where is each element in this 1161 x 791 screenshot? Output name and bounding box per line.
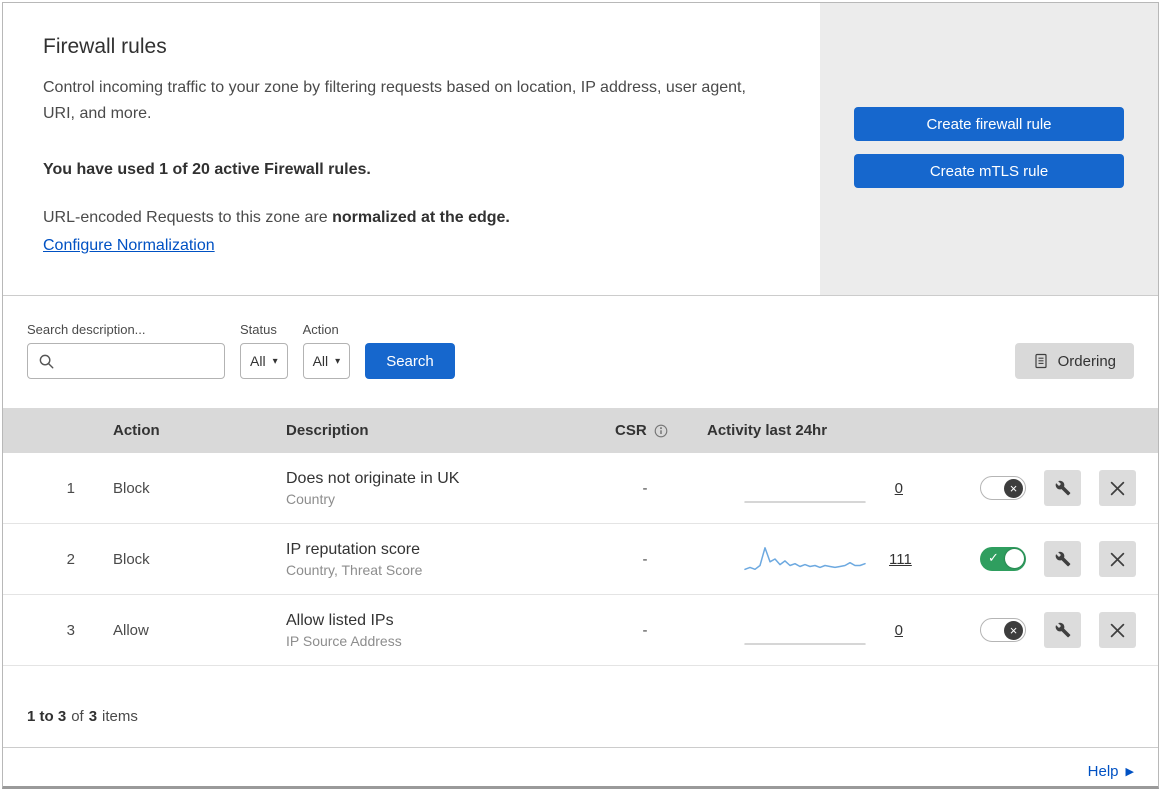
status-label: Status [240, 322, 277, 337]
rule-fields: Country [286, 490, 336, 507]
status-value: All [250, 353, 266, 369]
normalization-bold: normalized at the edge. [332, 209, 510, 226]
x-icon: × [1009, 622, 1018, 638]
activity-sparkline [743, 471, 867, 505]
create-mtls-rule-button[interactable]: Create mTLS rule [854, 154, 1124, 188]
create-firewall-rule-button[interactable]: Create firewall rule [854, 107, 1124, 141]
search-button[interactable]: Search [365, 343, 455, 379]
rule-controls: ✓ × [940, 470, 1158, 506]
hero-content: Firewall rules Control incoming traffic … [3, 3, 820, 295]
rule-title: Does not originate in UK [286, 469, 460, 487]
page-title: Firewall rules [43, 35, 167, 58]
ordering-icon [1033, 353, 1049, 369]
edit-rule-button[interactable] [1044, 470, 1081, 506]
page: Firewall rules Control incoming traffic … [0, 0, 1161, 791]
rule-priority: 1 [66, 479, 75, 497]
rule-description-cell: IP reputation score Country, Threat Scor… [266, 541, 595, 578]
filter-bar: Search description... Status All ▾ Actio… [3, 296, 1158, 408]
normalization-prefix: URL-encoded Requests to this zone are [43, 209, 333, 226]
rule-fields: Country, Threat Score [286, 561, 423, 578]
filter-controls: Search description... Status All ▾ Actio… [27, 322, 455, 379]
action-label: Action [302, 322, 339, 337]
activity-sparkline [743, 542, 867, 576]
help-link[interactable]: Help ▶ [1088, 763, 1134, 780]
rule-enabled-toggle[interactable]: ✓ × [980, 547, 1026, 571]
configure-normalization-link[interactable]: Configure Normalization [43, 237, 215, 254]
rule-title: IP reputation score [286, 540, 421, 558]
pagination-range: 1 to 3 [27, 708, 67, 725]
ordering-label: Ordering [1057, 352, 1116, 370]
rule-description-cell: Does not originate in UK Country [266, 470, 595, 507]
toggle-knob: × [1005, 549, 1024, 568]
ordering-button[interactable]: Ordering [1014, 343, 1134, 379]
help-label: Help [1087, 762, 1119, 780]
chevron-down-icon: ▾ [272, 355, 278, 367]
table-header: Action Description CSR Activity last 24h… [3, 408, 1158, 453]
column-activity: Activity last 24hr [707, 422, 828, 439]
check-icon: ✓ [988, 550, 999, 565]
rule-csr: - [642, 479, 648, 497]
x-icon: × [1009, 480, 1018, 496]
column-description: Description [286, 422, 369, 439]
delete-rule-button[interactable] [1099, 541, 1136, 577]
activity-count-link[interactable]: 111 [889, 551, 912, 568]
rule-activity-cell: 0 [695, 471, 940, 505]
rule-description-cell: Allow listed IPs IP Source Address [266, 612, 595, 649]
rule-title: Allow listed IPs [286, 611, 394, 629]
action-field-group: Action All ▾ [302, 322, 351, 379]
table-row: 1 Block Does not originate in UK Country… [3, 453, 1158, 524]
activity-count-link[interactable]: 0 [889, 480, 903, 497]
help-bar: Help ▶ [3, 747, 1158, 786]
search-icon [38, 353, 55, 370]
edit-rule-button[interactable] [1044, 541, 1081, 577]
normalization-note: URL-encoded Requests to this zone are no… [43, 209, 780, 227]
hero-section: Firewall rules Control incoming traffic … [3, 3, 1158, 296]
rule-action: Allow [113, 621, 149, 639]
search-label: Search description... [27, 322, 146, 337]
rule-enabled-toggle[interactable]: ✓ × [980, 476, 1026, 500]
edit-rule-button[interactable] [1044, 612, 1081, 648]
rule-csr: - [642, 550, 648, 568]
activity-sparkline [743, 613, 867, 647]
toggle-knob: × [1004, 478, 1023, 498]
delete-rule-button[interactable] [1099, 470, 1136, 506]
column-action: Action [113, 422, 160, 439]
search-input[interactable] [61, 352, 214, 370]
rule-activity-cell: 0 [695, 613, 940, 647]
column-csr: CSR [595, 422, 695, 439]
rule-controls: ✓ × [940, 612, 1158, 648]
delete-rule-button[interactable] [1099, 612, 1136, 648]
table-pagination: 1 to 3 of 3 items [3, 666, 1158, 747]
status-select[interactable]: All ▾ [240, 343, 288, 379]
chevron-right-icon: ▶ [1125, 765, 1134, 778]
action-value: All [312, 353, 329, 369]
activity-count-link[interactable]: 0 [889, 622, 903, 639]
rule-fields: IP Source Address [286, 632, 402, 649]
page-description: Control incoming traffic to your zone by… [43, 79, 746, 122]
usage-summary: You have used 1 of 20 active Firewall ru… [43, 161, 371, 178]
search-box [27, 343, 225, 379]
rule-priority: 3 [66, 621, 75, 639]
rule-action: Block [113, 550, 150, 568]
csr-label: CSR [615, 422, 647, 439]
search-field-group: Search description... [27, 322, 225, 379]
status-field-group: Status All ▾ [240, 322, 288, 379]
table-row: 2 Block IP reputation score Country, Thr… [3, 524, 1158, 595]
pagination-items: items [102, 708, 138, 725]
rule-priority: 2 [66, 550, 75, 568]
rule-activity-cell: 111 [695, 542, 940, 576]
rule-controls: ✓ × [940, 541, 1158, 577]
rule-enabled-toggle[interactable]: ✓ × [980, 618, 1026, 642]
rule-csr: - [642, 621, 648, 639]
pagination-of: of [71, 708, 84, 725]
action-select[interactable]: All ▾ [302, 343, 351, 379]
table-row: 3 Allow Allow listed IPs IP Source Addre… [3, 595, 1158, 666]
pagination-total: 3 [88, 708, 98, 725]
chevron-down-icon: ▾ [335, 355, 341, 367]
toggle-knob: × [1004, 620, 1023, 640]
firewall-rules-card: Firewall rules Control incoming traffic … [2, 2, 1159, 789]
rule-action: Block [113, 479, 150, 497]
info-icon[interactable] [654, 424, 668, 438]
hero-actions-panel: Create firewall rule Create mTLS rule [820, 3, 1158, 295]
